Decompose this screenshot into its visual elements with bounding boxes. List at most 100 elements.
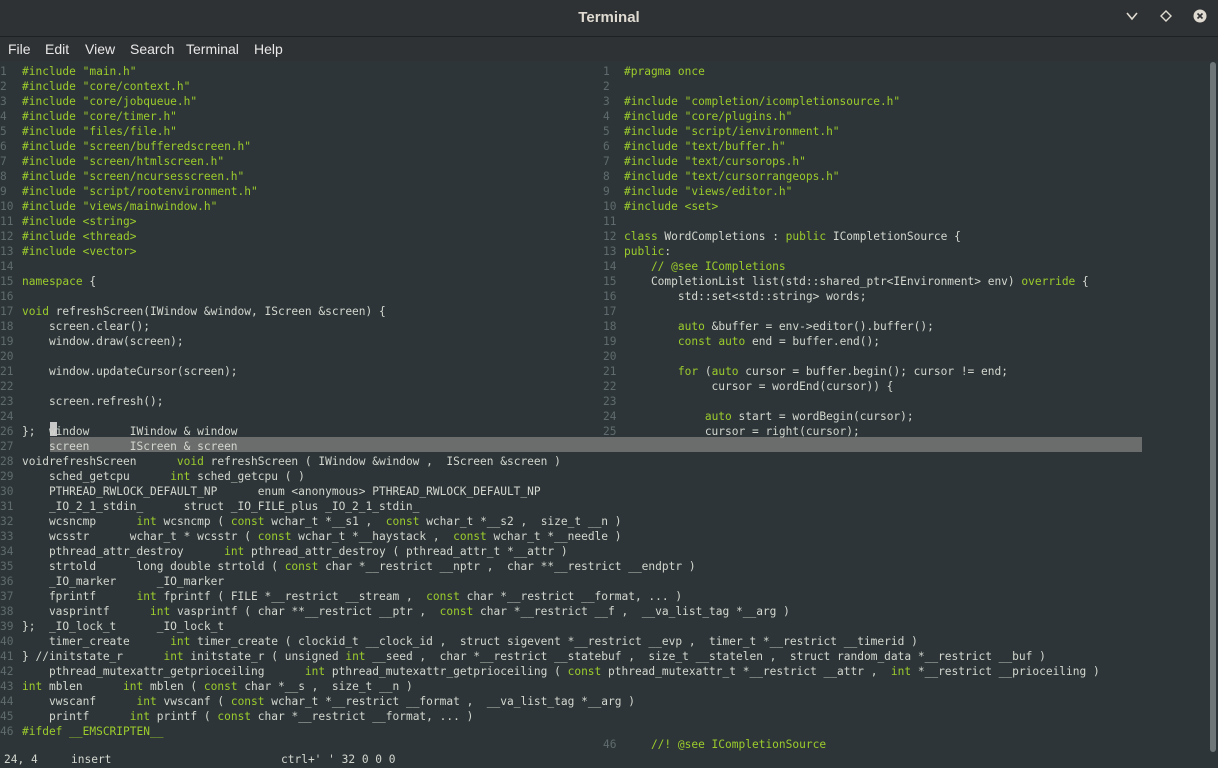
right-code-line: CompletionList list(std::shared_ptr<IEnv…	[624, 275, 1089, 288]
right-code-line: cursor = wordEnd(cursor)) {	[624, 380, 894, 393]
left-line-number: 14	[0, 260, 14, 273]
left-line-number: 13	[0, 245, 14, 258]
left-code-line: #include <string>	[22, 215, 137, 228]
right-code-line: class WordCompletions : public ICompleti…	[624, 230, 961, 243]
right-code-line: public:	[624, 245, 672, 258]
right-line-number: 6	[603, 140, 610, 153]
close-icon	[1193, 9, 1207, 23]
left-line-number: 41	[0, 650, 14, 663]
left-code-line: #include "core/timer.h"	[22, 110, 177, 123]
left-code-line: screen IScreen & screen	[22, 440, 238, 453]
right-code-line: #include "text/cursorrangeops.h"	[624, 170, 840, 183]
right-line-number: 24	[603, 410, 617, 423]
left-line-number: 31	[0, 500, 14, 513]
status-keys: ctrl+' ' 32 0 0 0	[281, 753, 396, 766]
chevron-down-icon	[1126, 12, 1138, 21]
right-line-number: 8	[603, 170, 610, 183]
right-code-line: for (auto cursor = buffer.begin(); curso…	[677, 365, 1008, 378]
left-line-number: 45	[0, 710, 14, 723]
left-line-number: 43	[0, 680, 14, 693]
left-line-number: 24	[0, 410, 14, 423]
diamond-icon	[1160, 10, 1172, 22]
left-code-line: #include "main.h"	[22, 65, 137, 78]
scrollbar[interactable]	[1210, 62, 1216, 752]
left-code-line: timer_create int timer_create ( clockid_…	[22, 635, 918, 648]
left-code-line: _IO_marker _IO_marker	[22, 575, 225, 588]
left-code-line: wcsncmp int wcsncmp ( const wchar_t *__s…	[22, 515, 622, 528]
left-line-number: 44	[0, 695, 14, 708]
right-line-number: 12	[603, 230, 617, 243]
left-code-line: #include "core/jobqueue.h"	[22, 95, 198, 108]
minimize-button[interactable]	[1122, 8, 1142, 28]
right-code-line: //! @see ICompletionSource	[624, 738, 827, 751]
right-line-number: 23	[603, 395, 617, 408]
menu-file[interactable]: File	[8, 37, 31, 61]
left-line-number: 42	[0, 665, 14, 678]
right-code-line: #include "text/cursorops.h"	[624, 155, 806, 168]
left-line-number: 38	[0, 605, 14, 618]
menu-terminal[interactable]: Terminal	[186, 37, 239, 61]
left-code-line: #include "core/context.h"	[22, 80, 191, 93]
left-line-number: 12	[0, 230, 14, 243]
right-code-line: cursor = right(cursor);	[624, 425, 860, 438]
left-line-number: 7	[0, 155, 7, 168]
right-code-line: // @see ICompletions	[624, 260, 786, 273]
left-line-number: 40	[0, 635, 14, 648]
menu-view[interactable]: View	[85, 37, 115, 61]
left-code-line: #include "files/file.h"	[22, 125, 177, 138]
left-code-line: vasprintf int vasprintf ( char **__restr…	[22, 605, 790, 618]
left-line-number: 2	[0, 80, 7, 93]
menu-search[interactable]: Search	[130, 37, 174, 61]
right-line-number: 19	[603, 335, 617, 348]
left-code-line: strtold long double strtold ( const char…	[22, 560, 696, 573]
right-line-number: 4	[603, 110, 610, 123]
left-line-number: 34	[0, 545, 14, 558]
menu-help[interactable]: Help	[254, 37, 283, 61]
maximize-button[interactable]	[1156, 8, 1176, 28]
left-line-number: 5	[0, 125, 7, 138]
left-line-number: 16	[0, 290, 14, 303]
left-code-line: pthread_mutexattr_getprioceiling int pth…	[22, 665, 1100, 678]
left-code-line: #include <vector>	[22, 245, 137, 258]
right-code-line: #include "text/buffer.h"	[624, 140, 786, 153]
right-code-line: #include "script/ienvironment.h"	[624, 125, 840, 138]
left-line-number: 4	[0, 110, 7, 123]
left-line-number: 35	[0, 560, 14, 573]
left-line-number: 20	[0, 350, 14, 363]
status-mode: insert	[71, 753, 112, 766]
right-line-number: 18	[603, 320, 617, 333]
left-code-line: PTHREAD_RWLOCK_DEFAULT_NP enum <anonymou…	[22, 485, 541, 498]
close-button[interactable]	[1190, 8, 1210, 28]
right-code-line: #include "core/plugins.h"	[624, 110, 793, 123]
right-line-number: 22	[603, 380, 617, 393]
left-line-number: 8	[0, 170, 7, 183]
left-code-line: #include "views/mainwindow.h"	[22, 200, 218, 213]
left-code-line: #include <thread>	[22, 230, 137, 243]
left-code-line: }; window IWindow & window	[22, 425, 238, 438]
left-code-line: #include "screen/htmlscreen.h"	[22, 155, 225, 168]
right-code-line: #include <set>	[624, 200, 719, 213]
menu-bar: File Edit View Search Terminal Help	[0, 37, 1218, 61]
right-code-line: #include "views/editor.h"	[624, 185, 793, 198]
right-line-number: 16	[603, 290, 617, 303]
left-code-line: voidrefreshScreen void refreshScreen ( I…	[22, 455, 561, 468]
left-code-line: #include "screen/bufferedscreen.h"	[22, 140, 252, 153]
right-line-number: 5	[603, 125, 610, 138]
right-line-number: 1	[603, 65, 610, 78]
right-line-number: 11	[603, 215, 617, 228]
left-code-line: window.updateCursor(screen);	[22, 365, 238, 378]
right-line-number: 10	[603, 200, 617, 213]
left-code-line: int mblen int mblen ( const char *__s , …	[22, 680, 413, 693]
right-code-line: std::set<std::string> words;	[624, 290, 867, 303]
left-code-line: void refreshScreen(IWindow &window, IScr…	[22, 305, 386, 318]
right-line-number: 15	[603, 275, 617, 288]
menu-edit[interactable]: Edit	[45, 37, 69, 61]
left-line-number: 3	[0, 95, 7, 108]
left-code-line: namespace {	[22, 275, 97, 288]
left-line-number: 11	[0, 215, 14, 228]
left-line-number: 17	[0, 305, 14, 318]
left-line-number: 26	[0, 425, 14, 438]
right-code-line: #pragma once	[624, 65, 705, 78]
status-position: 24, 4	[4, 753, 38, 766]
right-line-number: 46	[603, 738, 617, 751]
